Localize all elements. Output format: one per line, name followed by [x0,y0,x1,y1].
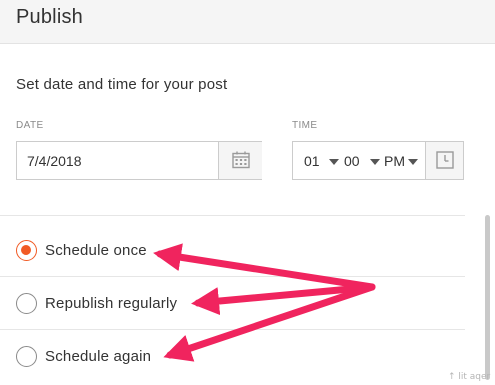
schedule-again-radio[interactable] [16,346,37,367]
schedule-once-label[interactable]: Schedule once [45,242,147,259]
time-picker-button[interactable] [425,142,463,179]
minute-chevron-down-icon[interactable] [370,159,380,165]
minute-select[interactable]: 00 [344,153,360,169]
republish-regularly-label[interactable]: Republish regularly [45,295,177,312]
radio-selected-dot [21,245,31,255]
clock-icon [436,151,454,169]
watermark: ↑ lit aqer [448,372,491,382]
date-picker-button[interactable] [218,142,262,179]
republish-regularly-radio[interactable] [16,293,37,314]
panel-title: Publish [16,6,83,28]
calendar-icon [232,151,250,169]
date-value[interactable]: 7/4/2018 [27,153,82,169]
option-republish-regularly[interactable]: Republish regularly [0,277,465,329]
hour-chevron-down-icon[interactable] [329,159,339,165]
schedule-section-title: Set date and time for your post [16,76,228,93]
option-schedule-again[interactable]: Schedule again [0,330,465,382]
time-label: TIME [292,120,318,131]
ampm-chevron-down-icon[interactable] [408,159,418,165]
section-divider [0,215,465,216]
time-input[interactable]: 01 00 PM [292,141,464,180]
schedule-once-radio[interactable] [16,240,37,261]
ampm-select[interactable]: PM [384,153,405,169]
schedule-again-label[interactable]: Schedule again [45,348,151,365]
date-label: DATE [16,120,44,131]
date-input[interactable]: 7/4/2018 [16,141,262,180]
hour-select[interactable]: 01 [304,153,320,169]
panel-header: Publish [0,0,495,44]
scrollbar-thumb[interactable] [485,215,490,380]
option-schedule-once[interactable]: Schedule once [0,224,465,276]
